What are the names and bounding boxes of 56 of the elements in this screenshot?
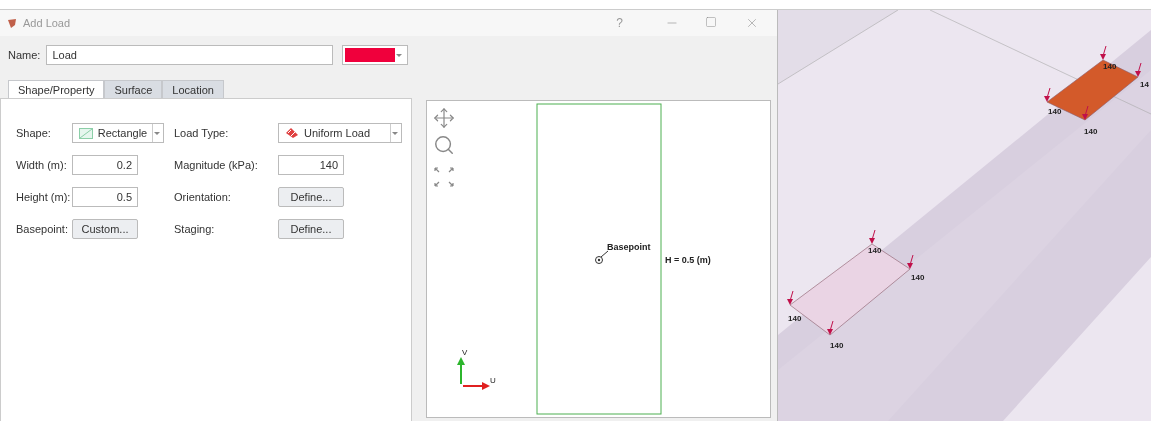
- zoom-icon[interactable]: [433, 134, 455, 156]
- load-arrow: [869, 229, 876, 244]
- pan-icon[interactable]: [433, 107, 455, 129]
- field-label: Width (m):: [16, 159, 68, 171]
- field-label: Shape:: [16, 127, 52, 139]
- field-label: Height (m):: [16, 191, 72, 203]
- load-value-label: 140: [911, 273, 925, 282]
- v-axis-label: V: [462, 348, 468, 357]
- dialog-button[interactable]: Define...: [278, 219, 344, 239]
- app-icon: [8, 18, 17, 28]
- u-axis-arrow: [462, 382, 490, 390]
- load-value-label: 140: [868, 246, 882, 255]
- name-label: Name:: [8, 49, 41, 61]
- load-value-label: 14: [1140, 80, 1149, 89]
- name-field[interactable]: Load: [46, 45, 334, 65]
- u-axis-label: U: [490, 376, 496, 385]
- caret-icon: [396, 53, 403, 57]
- basepoint-marker: [595, 250, 609, 264]
- load-arrow: [1100, 45, 1107, 60]
- dialog-button[interactable]: Define...: [278, 187, 344, 207]
- load-value-label: 140: [1084, 127, 1098, 136]
- load-icon: [285, 127, 299, 139]
- color-picker[interactable]: [342, 45, 409, 65]
- load-value-label: 140: [1048, 107, 1062, 116]
- rectangle-icon: [79, 127, 93, 139]
- field-label: Basepoint:: [16, 223, 69, 235]
- close-icon[interactable]: [745, 16, 759, 30]
- field-label: Staging:: [174, 223, 216, 235]
- load-value-label: 140: [830, 341, 844, 350]
- number-field[interactable]: 0.2: [72, 155, 138, 175]
- number-field[interactable]: 140: [278, 155, 344, 175]
- load-arrow: [1082, 105, 1089, 120]
- dialog-button[interactable]: Custom...: [72, 219, 138, 239]
- load-arrow: [1044, 87, 1051, 102]
- caret-icon: [154, 131, 160, 135]
- number-field[interactable]: 0.5: [72, 187, 138, 207]
- height-label: H = 0.5 (m): [665, 255, 711, 265]
- dropdown[interactable]: Uniform Load: [278, 123, 402, 143]
- caret-icon: [392, 131, 398, 135]
- load-arrow: [787, 290, 794, 305]
- tab[interactable]: Location: [162, 80, 224, 98]
- field-label: Orientation:: [174, 191, 232, 203]
- v-axis-arrow: [457, 357, 465, 385]
- zoom-extents-icon[interactable]: [433, 166, 455, 188]
- load-arrow: [827, 320, 834, 335]
- field-label: Magnitude (kPa):: [174, 159, 259, 171]
- tab[interactable]: Shape/Property: [8, 80, 105, 98]
- dropdown[interactable]: Rectangle: [72, 123, 164, 143]
- basepoint-label: Basepoint: [607, 242, 651, 252]
- tab[interactable]: Surface: [104, 80, 163, 98]
- field-label: Load Type:: [174, 127, 230, 139]
- load-value-label: 140: [788, 314, 802, 323]
- window-title: Add Load: [23, 17, 72, 29]
- load-arrow: [907, 254, 914, 269]
- load-arrow: [1135, 62, 1142, 77]
- load-value-label: 140: [1103, 62, 1117, 71]
